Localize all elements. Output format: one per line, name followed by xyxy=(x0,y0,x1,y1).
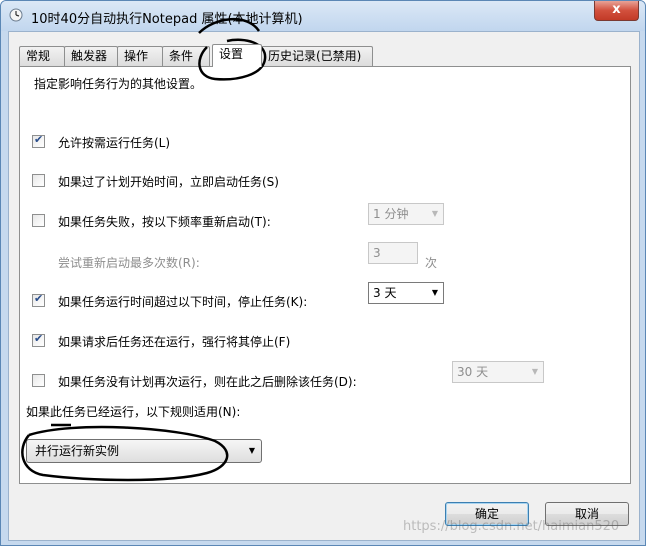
chevron-down-icon: ▼ xyxy=(431,288,438,297)
window-title: 10时40分自动执行Notepad 属性(本地计算机) xyxy=(31,12,303,27)
tab-history[interactable]: 历史记录(已禁用) xyxy=(261,46,373,66)
restart-attempts-unit: 次 xyxy=(425,256,438,270)
delete-duration-select[interactable]: 30 天 ▼ xyxy=(452,361,544,383)
tab-settings[interactable]: 设置 xyxy=(212,44,262,67)
stop-duration-select[interactable]: 3 天 ▼ xyxy=(368,282,444,304)
force-stop-label: 如果请求后任务还在运行，强行将其停止(F) xyxy=(58,335,291,349)
restart-attempts-label: 尝试重新启动最多次数(R): xyxy=(58,256,200,270)
start-missed-label: 如果过了计划开始时间，立即启动任务(S) xyxy=(58,175,279,189)
stop-duration-value: 3 天 xyxy=(373,286,397,300)
stop-if-longer-checkbox[interactable] xyxy=(32,292,45,307)
clock-icon xyxy=(9,8,23,22)
allow-on-demand-label: 允许按需运行任务(L) xyxy=(58,136,171,150)
restart-interval-select[interactable]: 1 分钟 ▼ xyxy=(368,203,444,225)
multiple-instances-select[interactable]: 并行运行新实例 ▼ xyxy=(26,439,262,463)
chevron-down-icon: ▼ xyxy=(431,209,438,218)
force-stop-checkbox[interactable] xyxy=(32,332,45,347)
allow-on-demand-checkbox[interactable] xyxy=(32,133,45,148)
tab-general[interactable]: 常规 xyxy=(19,46,65,66)
multiple-instances-value: 并行运行新实例 xyxy=(35,444,120,458)
settings-panel: 指定影响任务行为的其他设置。 允许按需运行任务(L) 如果过了计划开始时间，立即… xyxy=(19,66,631,484)
restart-interval-value: 1 分钟 xyxy=(373,207,409,221)
start-missed-checkbox[interactable] xyxy=(32,174,45,187)
delete-duration-value: 30 天 xyxy=(457,365,489,379)
stop-if-longer-label: 如果任务运行时间超过以下时间，停止任务(K): xyxy=(58,295,308,309)
chevron-down-icon: ▼ xyxy=(531,367,538,376)
restart-attempts-input[interactable]: 3 xyxy=(368,242,418,264)
multiple-instances-label: 如果此任务已经运行，以下规则适用(N): xyxy=(26,405,241,419)
dialog-body: 常规 触发器 操作 条件 设置 历史记录(已禁用) 指定影响任务行为的其他设置。… xyxy=(8,31,640,541)
tab-actions[interactable]: 操作 xyxy=(117,46,163,66)
delete-if-not-scheduled-checkbox[interactable] xyxy=(32,374,45,387)
tab-conditions[interactable]: 条件 xyxy=(162,46,210,66)
title-bar[interactable]: 10时40分自动执行Notepad 属性(本地计算机) x xyxy=(1,1,645,31)
close-button[interactable]: x xyxy=(594,1,639,21)
chevron-down-icon: ▼ xyxy=(248,446,255,455)
delete-if-not-scheduled-label: 如果任务没有计划再次运行，则在此之后删除该任务(D): xyxy=(58,375,357,389)
tab-triggers[interactable]: 触发器 xyxy=(64,46,118,66)
restart-on-failure-checkbox[interactable] xyxy=(32,214,45,227)
settings-description: 指定影响任务行为的其他设置。 xyxy=(34,77,203,91)
properties-dialog: 10时40分自动执行Notepad 属性(本地计算机) x 常规 触发器 操作 … xyxy=(0,0,646,546)
restart-on-failure-label: 如果任务失败，按以下频率重新启动(T): xyxy=(58,215,271,229)
watermark: https://blog.csdn.net/haimian520 xyxy=(403,519,620,534)
